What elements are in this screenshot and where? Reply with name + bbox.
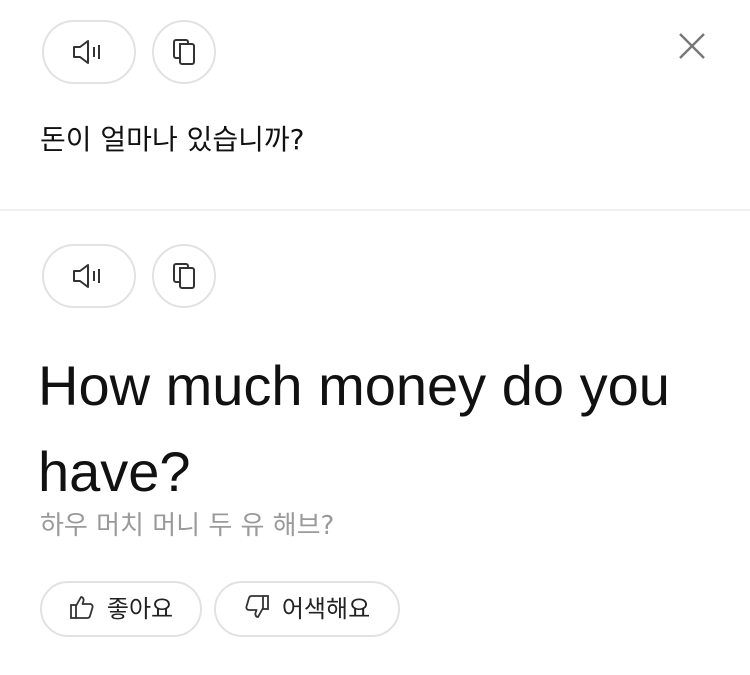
source-text: 돈이 얼마나 있습니까? [40,123,305,156]
source-speak-button[interactable] [42,20,136,84]
like-button[interactable]: 좋아요 [40,581,202,637]
dislike-button[interactable]: 어색해요 [214,581,400,637]
source-copy-button[interactable] [152,20,216,84]
thumbs-down-icon [244,594,270,624]
close-icon [678,32,706,64]
pronunciation-text: 하우 머치 머니 두 유 해브? [40,511,335,541]
source-actions [42,20,216,84]
dislike-label: 어색해요 [281,595,371,623]
speaker-icon [72,263,106,289]
speaker-icon [72,39,106,65]
copy-icon [172,262,196,290]
feedback-actions: 좋아요 어색해요 [40,581,400,637]
target-panel: How much money do you have? 하우 머치 머니 두 유… [0,211,750,675]
target-actions [42,244,216,308]
close-button[interactable] [674,30,710,66]
thumbs-up-icon [69,594,95,624]
source-panel: 돈이 얼마나 있습니까? [0,0,750,209]
translation-result: 돈이 얼마나 있습니까? How much money do you have?… [0,0,750,675]
target-copy-button[interactable] [152,244,216,308]
like-label: 좋아요 [106,595,174,623]
translated-text: How much money do you have? [38,354,670,503]
target-speak-button[interactable] [42,244,136,308]
copy-icon [172,38,196,66]
